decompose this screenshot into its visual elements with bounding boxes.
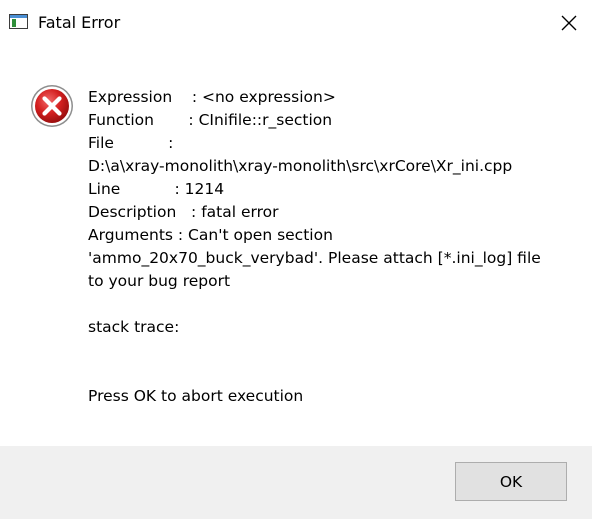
file-path: D:\a\xray-monolith\xray-monolith\src\xrC… <box>88 157 513 175</box>
ok-button[interactable]: OK <box>455 462 567 501</box>
window-title: Fatal Error <box>38 13 121 32</box>
function-line: Function : CInifile::r_section <box>88 111 333 129</box>
close-button[interactable] <box>546 0 592 46</box>
stack-trace-label: stack trace: <box>88 318 180 336</box>
title-bar[interactable]: Fatal Error <box>0 0 592 46</box>
button-bar: OK <box>0 446 592 519</box>
close-icon <box>561 15 577 31</box>
arguments-text: Arguments : Can't open section 'ammo_20x… <box>88 226 541 290</box>
line-number-line: Line : 1214 <box>88 180 225 198</box>
app-window-icon <box>9 14 28 29</box>
file-line: File : <box>88 134 174 152</box>
fatal-error-dialog: Fatal Error Expression : <no expression>… <box>0 0 592 519</box>
description-line: Description : fatal error <box>88 203 279 221</box>
expression-line: Expression : <no expression> <box>88 88 336 106</box>
error-icon <box>31 85 73 127</box>
error-message: Expression : <no expression> Function : … <box>88 86 568 408</box>
abort-prompt: Press OK to abort execution <box>88 387 304 405</box>
